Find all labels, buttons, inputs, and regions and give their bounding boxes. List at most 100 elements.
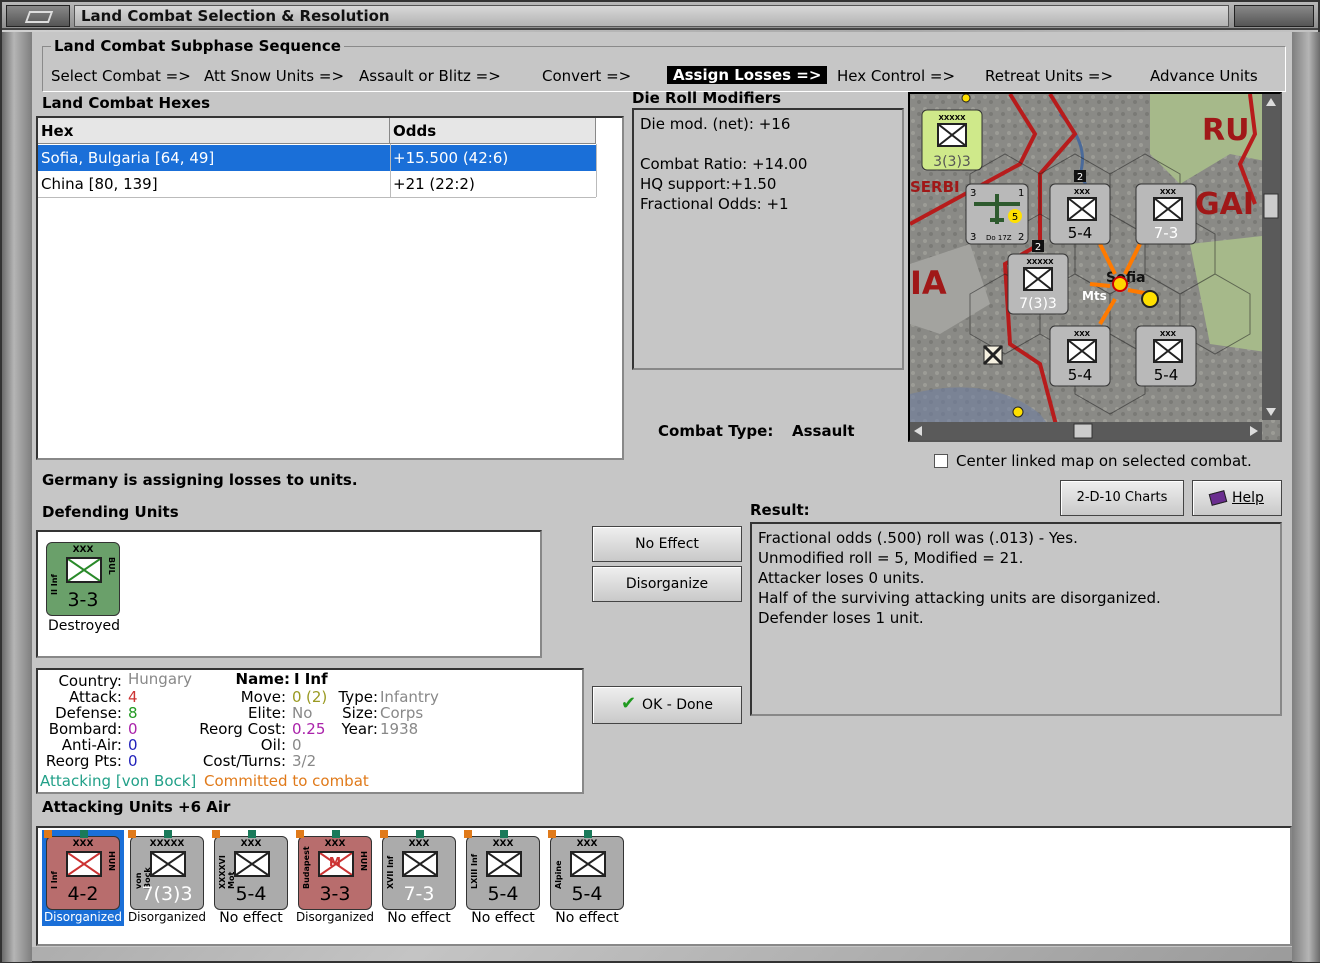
defending-title: Defending Units (42, 503, 179, 521)
name-value: I Inf (294, 670, 328, 688)
map-counter-italia[interactable]: XXXXX 3(3)3 (921, 109, 983, 171)
stack-count: 2 (1077, 172, 1083, 183)
unit-type-icon (66, 851, 102, 877)
hq-indicator-icon (416, 830, 424, 838)
attacking-unit[interactable]: XXX I Inf HUN 4-2 Disorganized (42, 830, 124, 926)
title-bar[interactable]: Land Combat Selection & Resolution (2, 2, 1318, 30)
hq-indicator-icon (584, 830, 592, 838)
step-att-snow: Att Snow Units => (204, 67, 345, 85)
attacking-unit[interactable]: XXXXX von Bock 7(3)3 Disorganized (126, 830, 208, 926)
counter-strength: 5-4 (1068, 224, 1093, 242)
city-sofia[interactable] (1141, 290, 1159, 308)
defending-unit-counter[interactable]: XXX II Inf BUL 3-3 (46, 542, 120, 616)
hq-indicator-icon (500, 830, 508, 838)
air-value-tl: 3 (970, 188, 976, 199)
counter-size: XXX (1074, 188, 1091, 196)
supply-indicator-icon (44, 830, 52, 838)
map-counter-air[interactable]: 3 1 3 Do 17Z 2 5 (965, 183, 1029, 245)
unit-status: Disorganized (127, 910, 207, 924)
window-frame-left (2, 32, 32, 962)
unit-status: No effect (219, 910, 283, 926)
air-value-bl: 3 (970, 232, 976, 243)
unit-strength: 5-4 (235, 883, 267, 905)
map-counter-xvii[interactable]: XXX 7-3 (1135, 183, 1197, 245)
attacking-unit[interactable]: XXX XVII Inf 7-3 No effect (378, 830, 460, 926)
window-title: Land Combat Selection & Resolution (81, 7, 390, 25)
charts-button[interactable]: 2-D-10 Charts (1060, 480, 1184, 516)
combat-marker[interactable] (1112, 276, 1128, 292)
center-map-checkbox[interactable] (934, 454, 948, 468)
unit-strength: 7(3)3 (141, 883, 193, 905)
die-blank-line (640, 134, 896, 154)
unit-type-icon (402, 851, 438, 877)
result-title: Result: (750, 501, 810, 519)
step-assault-blitz: Assault or Blitz => (359, 67, 501, 85)
ok-done-label: OK - Done (642, 697, 714, 713)
defending-units-area: XXX II Inf BUL 3-3 Destroyed (36, 530, 542, 658)
die-roll-box: Die mod. (net): +16 Combat Ratio: +14.00… (632, 108, 904, 370)
col-header-odds[interactable]: Odds (390, 118, 596, 144)
window-menu-button[interactable] (6, 5, 70, 27)
unit-status: No effect (471, 910, 535, 926)
column-divider (390, 144, 391, 197)
disorganize-button[interactable]: Disorganize (592, 566, 742, 602)
unit-type-icon (234, 851, 270, 877)
unit-counter[interactable]: XXX XVII Inf 7-3 (382, 836, 456, 910)
map-counter-lxiii[interactable]: XXX 5-4 (1135, 325, 1197, 387)
combat-hexes-table[interactable]: Hex Odds Sofia, Bulgaria [64, 49] +15.50… (36, 116, 624, 460)
unit-status: Disorganized (295, 910, 375, 924)
attacking-unit[interactable]: XXX Budapest HUN 3-3 M Disorganized (294, 830, 376, 926)
unit-strength: 5-4 (487, 883, 519, 905)
hexes-title: Land Combat Hexes (42, 94, 211, 112)
map-vscroll-thumb[interactable] (1263, 193, 1279, 219)
close-button[interactable] (1234, 5, 1314, 27)
attacking-unit[interactable]: XXX XXXXVI Mot 5-4 No effect (210, 830, 292, 926)
no-effect-button[interactable]: No Effect (592, 526, 742, 562)
center-map-label: Center linked map on selected combat. (956, 452, 1252, 470)
cost-label: Cost/Turns: (202, 752, 286, 770)
unit-counter[interactable]: XXX LXIII Inf 5-4 (466, 836, 540, 910)
hq-indicator-icon (332, 830, 340, 838)
combat-type-value: Assault (792, 422, 855, 440)
help-book-icon (1208, 490, 1228, 506)
counter-strength: 7(3)3 (1019, 296, 1057, 312)
unit-strength: 3-3 (319, 883, 351, 905)
table-row[interactable]: Sofia, Bulgaria [64, 49] +15.500 (42:6) (38, 145, 596, 171)
unit-counter[interactable]: XXX Alpine 5-4 (550, 836, 624, 910)
unit-type-icon (486, 851, 522, 877)
unit-size: XXX (72, 839, 94, 849)
unit-size: XXX (576, 839, 598, 849)
map-counter-alpine[interactable]: XXX 5-4 (1049, 325, 1111, 387)
map-hscroll-thumb[interactable] (1073, 423, 1093, 439)
city-marker[interactable] (1012, 406, 1024, 418)
unit-strength: 7-3 (403, 883, 435, 905)
city-marker[interactable] (961, 94, 971, 103)
map-canvas[interactable]: RU GAI SERBI IA Sofia Mts XXXXX 3(3)3 3 … (910, 94, 1280, 440)
col-header-hex[interactable]: Hex (38, 118, 390, 144)
unit-strength: 3-3 (67, 589, 99, 611)
help-button[interactable]: Help (1192, 480, 1282, 516)
year-label: Year: (341, 720, 378, 738)
counter-strength: 5-4 (1154, 366, 1179, 384)
window-frame-right (1292, 32, 1320, 962)
combat-window: Land Combat Selection & Resolution Land … (0, 0, 1320, 963)
odds-cell: +21 (22:2) (393, 175, 475, 193)
table-row[interactable]: China [80, 139] +21 (22:2) (38, 171, 596, 197)
unit-counter[interactable]: XXXXX von Bock 7(3)3 (130, 836, 204, 910)
attacking-title: Attacking Units +6 Air (42, 798, 231, 816)
unit-counter[interactable]: XXX XXXXVI Mot 5-4 (214, 836, 288, 910)
linked-map[interactable]: RU GAI SERBI IA Sofia Mts XXXXX 3(3)3 3 … (908, 92, 1282, 442)
attacking-unit[interactable]: XXX Alpine 5-4 No effect (546, 830, 628, 926)
map-vscrollbar[interactable] (1262, 94, 1280, 420)
unit-counter[interactable]: XXX I Inf HUN 4-2 (46, 836, 120, 910)
result-line: Fractional odds (.500) roll was (.013) -… (758, 529, 1078, 547)
counter-strength: 5-4 (1068, 366, 1093, 384)
subphase-sequence: Land Combat Subphase Sequence Select Com… (42, 37, 1286, 92)
attacking-unit[interactable]: XXX LXIII Inf 5-4 No effect (462, 830, 544, 926)
unit-counter[interactable]: XXX Budapest HUN 3-3 M (298, 836, 372, 910)
unit-strength: 5-4 (571, 883, 603, 905)
unit-size: XXX (72, 545, 94, 555)
ok-done-button[interactable]: ✔ OK - Done (592, 686, 742, 724)
map-label-gai: GAI (1195, 187, 1254, 222)
hq-indicator-icon (80, 830, 88, 838)
